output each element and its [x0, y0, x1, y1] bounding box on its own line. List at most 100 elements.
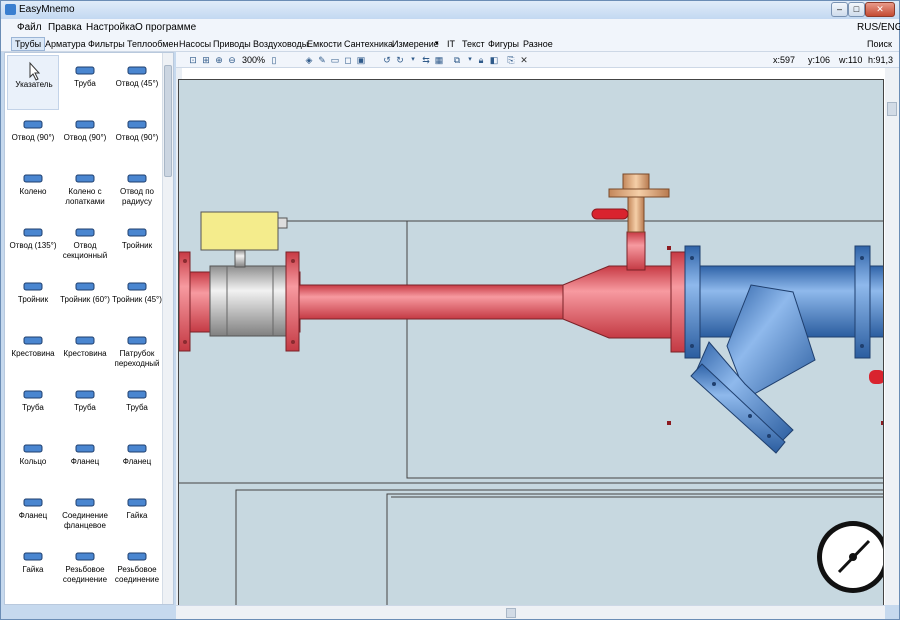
dropdown-arrow-icon[interactable]: ▾: [435, 39, 439, 47]
menu-about[interactable]: О программе: [135, 22, 196, 33]
tool-item[interactable]: Фланец: [59, 433, 111, 488]
dropdown-arrow-icon[interactable]: ▾: [465, 55, 475, 65]
tool-item[interactable]: Тройник (60°): [59, 271, 111, 326]
tool-label: Колено с лопатками: [65, 187, 105, 206]
tool-item[interactable]: Труба: [59, 55, 111, 110]
category-tab[interactable]: Фильтры: [88, 39, 125, 49]
palette-scrollbar[interactable]: [162, 53, 173, 604]
category-tab[interactable]: Приводы: [213, 39, 251, 49]
tool-label: Фланец: [70, 457, 100, 466]
tool-item[interactable]: Резьбовое соединение: [111, 541, 163, 596]
search-link[interactable]: Поиск: [867, 39, 892, 49]
tool-item[interactable]: Патрубок переходный: [111, 325, 163, 380]
tool-item[interactable]: Указатель: [7, 55, 59, 110]
zoom-in-icon[interactable]: ⊕: [214, 55, 224, 65]
category-tab[interactable]: Разное: [523, 39, 553, 49]
category-tab[interactable]: Воздуховоды: [253, 39, 308, 49]
group-icon[interactable]: ▣: [356, 55, 366, 65]
grid-icon[interactable]: ▦: [434, 55, 444, 65]
pipe-fitting-icon: [73, 221, 97, 243]
pipe-fitting-icon: [125, 491, 149, 513]
tool-label: Крестовина: [11, 349, 55, 358]
tool-item[interactable]: Тройник (45°): [111, 271, 163, 326]
rect-icon[interactable]: ▭: [330, 55, 340, 65]
tool-item[interactable]: Отвод (90°): [111, 109, 163, 164]
pipe-fitting-icon: [73, 545, 97, 567]
canvas-horizontal-scrollbar[interactable]: [176, 605, 885, 619]
drawing-canvas[interactable]: [178, 79, 884, 606]
category-tab[interactable]: Текст: [462, 39, 485, 49]
shape-icon[interactable]: ◧: [489, 55, 499, 65]
category-tab[interactable]: Насосы: [179, 39, 211, 49]
coord-h: h:91,3: [868, 55, 894, 65]
fill-icon[interactable]: ◈: [304, 55, 314, 65]
mnemo-diagram[interactable]: [179, 80, 884, 606]
scrollbar-thumb[interactable]: [506, 608, 516, 618]
maximize-button[interactable]: □: [848, 2, 865, 17]
tool-item[interactable]: Резьбовое соединение: [59, 541, 111, 596]
tool-item[interactable]: Фланец: [111, 433, 163, 488]
category-tab[interactable]: Измерение: [392, 39, 439, 49]
scrollbar-thumb[interactable]: [164, 65, 172, 177]
canvas-vertical-scrollbar[interactable]: [885, 68, 899, 605]
close-button[interactable]: ✕: [865, 2, 895, 17]
tool-item[interactable]: Фланец: [7, 487, 59, 542]
tool-label: Крестовина: [63, 349, 107, 358]
layers-icon[interactable]: ⧉: [452, 55, 462, 65]
category-tab[interactable]: Емкости: [307, 39, 342, 49]
tool-item[interactable]: Отвод (45°): [111, 55, 163, 110]
rotate-right-icon[interactable]: ↻: [395, 55, 405, 65]
tool-item[interactable]: Отвод (135°): [7, 217, 59, 272]
tool-item[interactable]: Отвод (90°): [7, 109, 59, 164]
tool-item[interactable]: Тройник: [7, 271, 59, 326]
category-tab[interactable]: IT: [447, 39, 455, 49]
category-tab[interactable]: Арматура: [45, 39, 86, 49]
tool-label: Резьбовое соединение: [114, 565, 160, 584]
tool-item[interactable]: Труба: [7, 379, 59, 434]
tool-item[interactable]: Крестовина: [59, 325, 111, 380]
tool-item[interactable]: Колено с лопатками: [59, 163, 111, 218]
tool-item[interactable]: Крестовина: [7, 325, 59, 380]
fit-width-icon[interactable]: ⊞: [201, 55, 211, 65]
tool-label: Фланец: [122, 457, 152, 466]
tool-item[interactable]: Тройник: [111, 217, 163, 272]
tool-item[interactable]: Гайка: [111, 487, 163, 542]
tool-item[interactable]: Отвод секционный: [59, 217, 111, 272]
zoom-level[interactable]: 300%: [242, 55, 265, 65]
tool-item[interactable]: Гайка: [7, 541, 59, 596]
delete-icon[interactable]: ✕: [519, 55, 529, 65]
scrollbar-thumb[interactable]: [887, 102, 897, 116]
tool-label: Резьбовое соединение: [62, 565, 108, 584]
minimize-button[interactable]: –: [831, 2, 848, 17]
language-switch[interactable]: RUS/ENG: [857, 22, 900, 33]
menu-file[interactable]: Файл: [17, 22, 42, 33]
fit-page-icon[interactable]: ⊡: [188, 55, 198, 65]
category-tab[interactable]: Теплообмен: [127, 39, 178, 49]
menu-edit[interactable]: Правка: [48, 22, 82, 33]
lock-icon[interactable]: 🔒︎: [476, 55, 486, 65]
tool-item[interactable]: Кольцо: [7, 433, 59, 488]
tool-item[interactable]: Соединение фланцевое: [59, 487, 111, 542]
rotate-left-icon[interactable]: ↺: [382, 55, 392, 65]
tool-label: Тройник: [121, 241, 153, 250]
pipe-fitting-icon: [21, 383, 45, 405]
copy-icon[interactable]: ⎘: [506, 55, 516, 65]
bubble-icon[interactable]: ◻: [343, 55, 353, 65]
category-tab[interactable]: Трубы: [11, 37, 46, 51]
flip-icon[interactable]: ⇆: [421, 55, 431, 65]
dropdown-arrow-icon[interactable]: ▾: [408, 55, 418, 65]
category-tab[interactable]: Сантехника: [344, 39, 393, 49]
tool-label: Кольцо: [19, 457, 47, 466]
tool-item[interactable]: Колено: [7, 163, 59, 218]
tool-item[interactable]: Труба: [59, 379, 111, 434]
category-tab[interactable]: Фигуры: [488, 39, 519, 49]
page-icon[interactable]: ▯: [269, 55, 279, 65]
tool-item[interactable]: Отвод (90°): [59, 109, 111, 164]
menu-settings[interactable]: Настройка: [86, 22, 135, 33]
pen-icon[interactable]: ✎: [317, 55, 327, 65]
pipe-fitting-icon: [73, 275, 97, 297]
coord-w: w:110: [839, 55, 863, 65]
tool-item[interactable]: Труба: [111, 379, 163, 434]
tool-item[interactable]: Отвод по радиусу: [111, 163, 163, 218]
zoom-out-icon[interactable]: ⊖: [227, 55, 237, 65]
